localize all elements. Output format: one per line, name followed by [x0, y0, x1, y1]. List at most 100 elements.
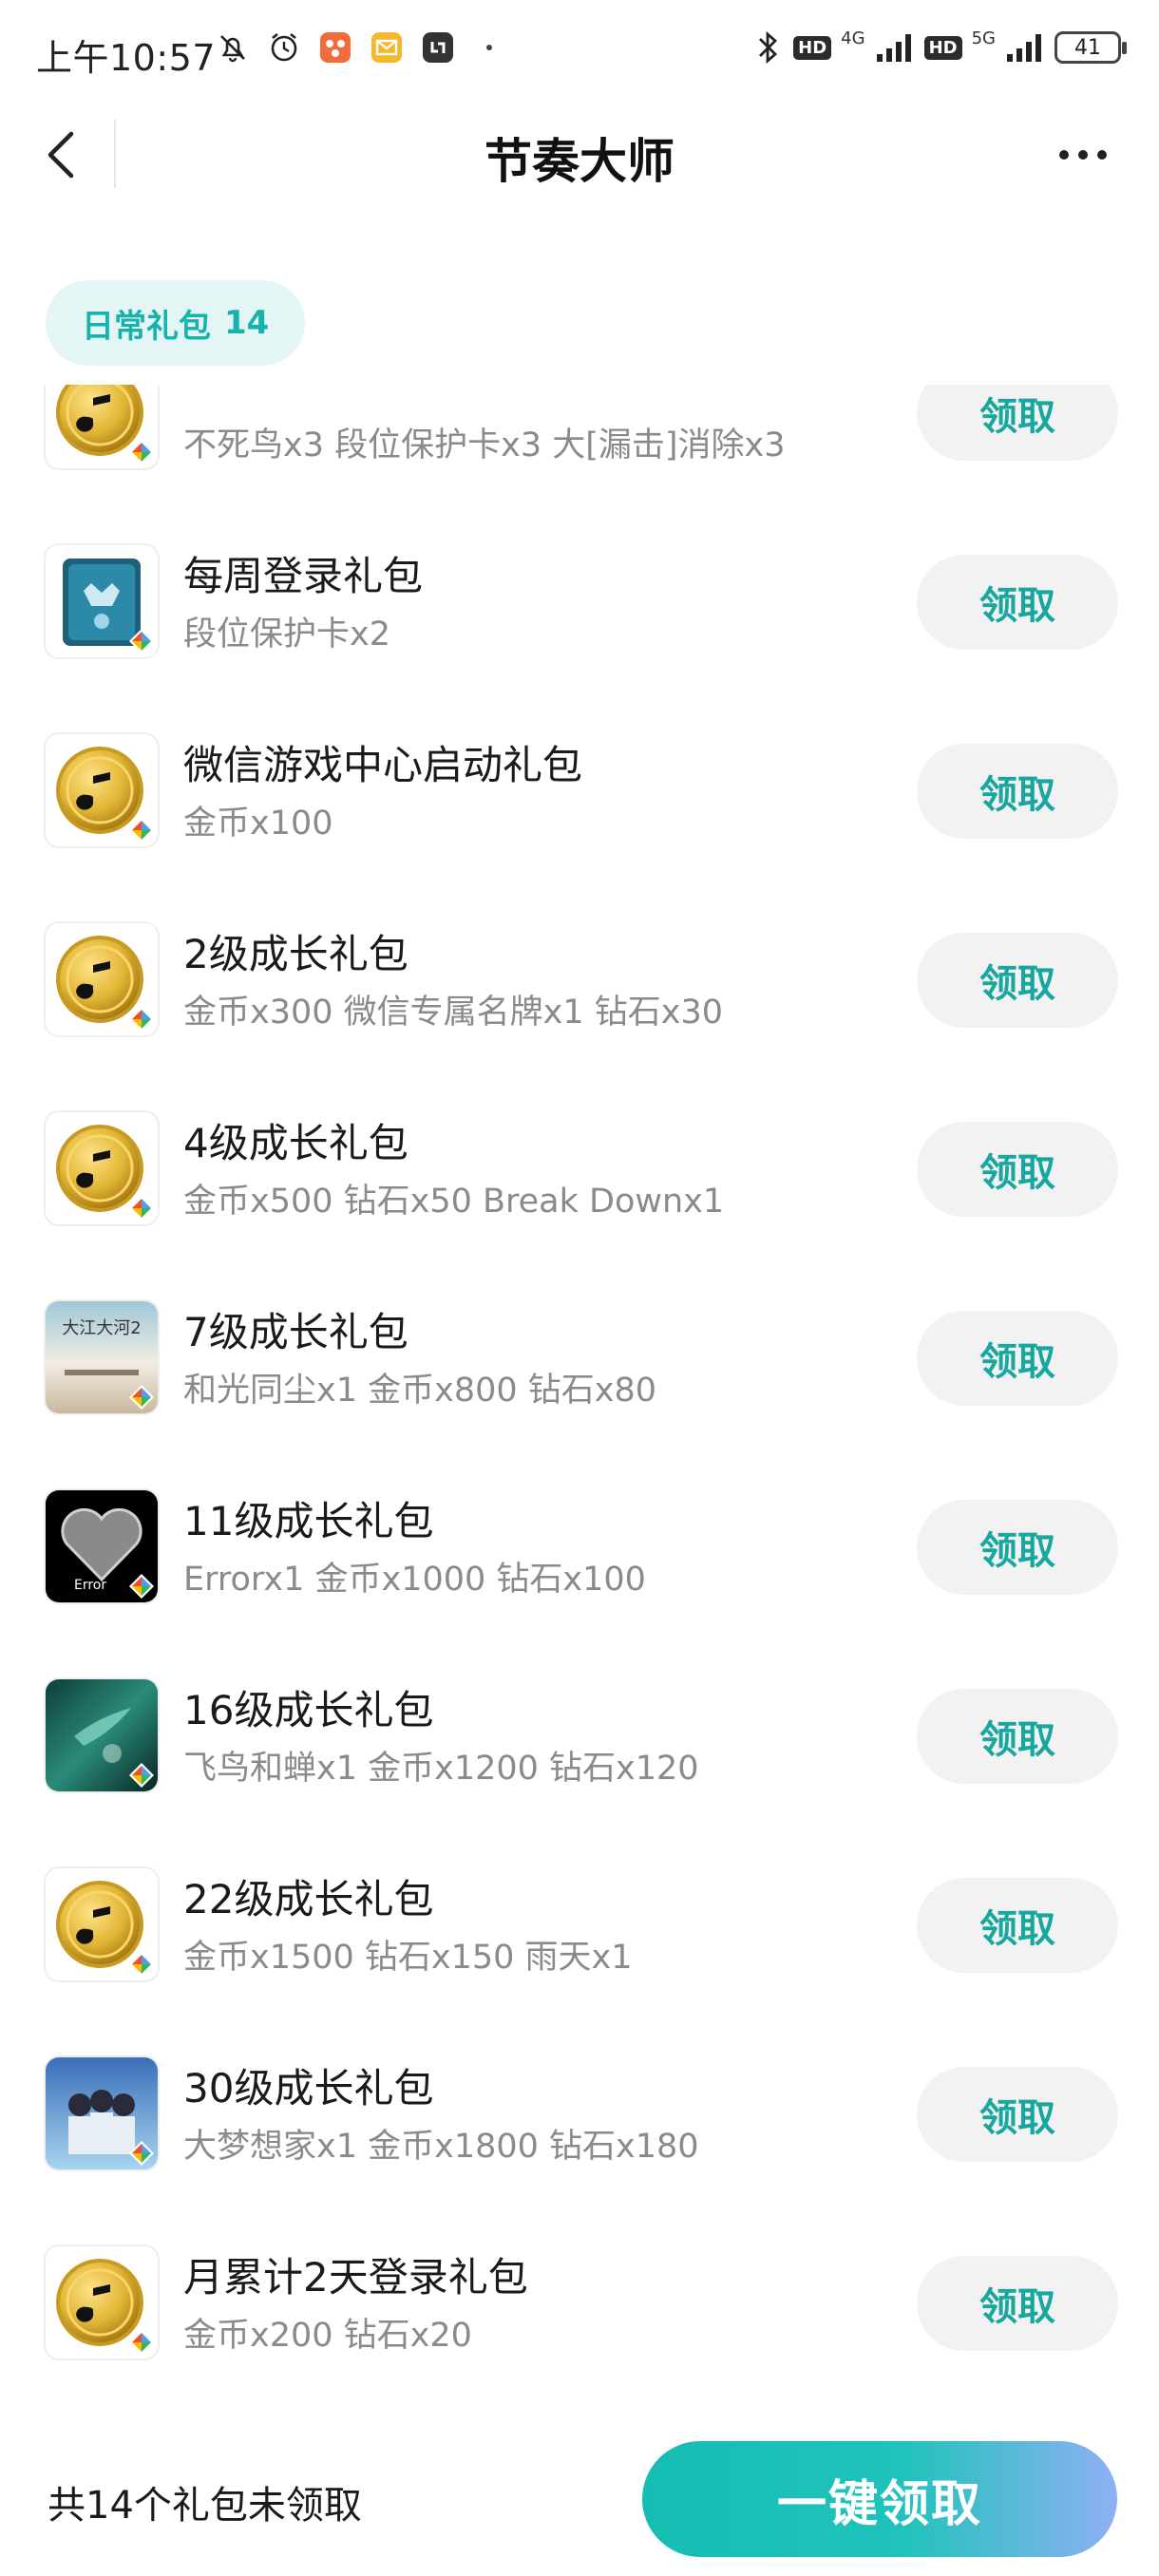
gold-coin-music-icon [44, 921, 160, 1037]
claim-button[interactable]: 领取 [917, 1500, 1118, 1595]
tab-daily-gifts[interactable]: 日常礼包 14 [46, 280, 306, 366]
bottom-bar: 共14个礼包未领取 一键领取 [0, 2427, 1159, 2576]
gift-list[interactable]: 不死鸟x3 段位保护卡x3 大[漏击]消除x3 领取 每周登录礼包段位保护卡x2 领… [0, 385, 1159, 2427]
signal-icon-2 [1007, 34, 1041, 62]
more-dot [1097, 150, 1107, 160]
gift-contents: Errorx1 金币x1000 钻石x100 [183, 1561, 646, 1599]
unclaimed-count-text: 共14个礼包未领取 [48, 2484, 362, 2528]
gift-title: 微信游戏中心启动礼包 [183, 742, 583, 788]
battery-level: 41 [1074, 35, 1101, 60]
bird-album-icon [44, 1677, 160, 1793]
claim-button[interactable]: 领取 [917, 1878, 1118, 1973]
gift-title: 16级成长礼包 [183, 1687, 434, 1733]
gift-title: 30级成长礼包 [183, 2065, 434, 2112]
gift-list-inner: 不死鸟x3 段位保护卡x3 大[漏击]消除x3 领取 每周登录礼包段位保护卡x2 领… [0, 385, 1159, 2427]
platform-badge-icon [129, 1007, 154, 1032]
gift-row: 2级成长礼包金币x300 微信专属名牌x1 钻石x30 领取 [0, 879, 1159, 1068]
gold-coin-music-icon [44, 1866, 160, 1982]
gold-coin-music-icon [44, 2245, 160, 2360]
platform-badge-icon [129, 1952, 154, 1977]
bluetooth-icon [759, 30, 778, 65]
rank-protection-card-icon [44, 543, 160, 659]
gift-row: 大江大河2 7级成长礼包和光同尘x1 金币x800 钻石x80 领取 [0, 1257, 1159, 1446]
platform-badge-icon [129, 1763, 154, 1788]
status-bar: 上午10:57 HD 4G HD 5G 41 [0, 0, 1159, 104]
platform-badge-icon [129, 629, 154, 653]
song-cover-icon: 大江大河2 [44, 1299, 160, 1415]
group-album-icon [44, 2055, 160, 2171]
more-dot-icon [470, 28, 508, 66]
gift-row [0, 2391, 1159, 2427]
gift-title: 月累计2天登录礼包 [183, 2254, 528, 2301]
tab-label: 日常礼包 [82, 307, 211, 346]
gift-contents: 金币x500 钻石x50 Break Downx1 [183, 1183, 725, 1221]
alarm-icon [265, 28, 303, 66]
gift-contents: 段位保护卡x2 [183, 616, 390, 653]
more-button[interactable] [1045, 131, 1121, 179]
gift-contents: 金币x300 微信专属名牌x1 钻石x30 [183, 994, 723, 1032]
platform-badge-icon [129, 2330, 154, 2355]
claim-button[interactable]: 领取 [917, 2256, 1118, 2351]
claim-button[interactable]: 领取 [917, 1689, 1118, 1784]
gift-row: 每周登录礼包段位保护卡x2 领取 [0, 501, 1159, 690]
gold-coin-music-icon [44, 1110, 160, 1226]
gold-coin-music-icon [44, 732, 160, 848]
svg-text:Error: Error [74, 1578, 106, 1593]
hd-badge: HD [793, 35, 832, 60]
more-dot [1059, 150, 1069, 160]
error-album-icon: Error [44, 1488, 160, 1604]
more-dot [1078, 150, 1088, 160]
system-indicators: HD 4G HD 5G 41 [751, 28, 1127, 66]
gift-title: 11级成长礼包 [183, 1498, 434, 1544]
gift-row: 16级成长礼包飞鸟和蝉x1 金币x1200 钻石x120 领取 [0, 1635, 1159, 1824]
link-app-icon [419, 28, 457, 66]
signal-icon [876, 34, 911, 62]
gift-row: 月累计2天登录礼包金币x200 钻石x20 领取 [0, 2202, 1159, 2391]
gold-coin-music-icon [44, 385, 160, 470]
platform-badge-icon [129, 1385, 154, 1410]
platform-badge-icon [129, 1196, 154, 1221]
claim-button[interactable]: 领取 [917, 2067, 1118, 2162]
status-time: 上午10:57 [36, 37, 217, 79]
hd-badge-2: HD [923, 35, 962, 60]
mute-bell-icon [214, 28, 252, 66]
claim-button[interactable]: 领取 [917, 744, 1118, 839]
gift-contents: 不死鸟x3 段位保护卡x3 大[漏击]消除x3 [183, 426, 786, 464]
svg-text:大江大河2: 大江大河2 [62, 1318, 141, 1338]
claim-button[interactable]: 领取 [917, 1311, 1118, 1406]
notification-icons [214, 28, 508, 66]
claim-button[interactable]: 领取 [917, 1122, 1118, 1217]
gift-row: 22级成长礼包 金币x1500 钻石x150 雨天x1 领取 [0, 1824, 1159, 2013]
gift-contents: 飞鸟和蝉x1 金币x1200 钻石x120 [183, 1750, 699, 1788]
gift-row: 不死鸟x3 段位保护卡x3 大[漏击]消除x3 领取 [0, 385, 1159, 501]
platform-badge-icon [129, 2141, 154, 2166]
claim-button[interactable]: 领取 [917, 555, 1118, 650]
gift-contents: 金币x1500 钻石x150 雨天x1 [183, 1939, 633, 1977]
gift-row: 30级成长礼包大梦想家x1 金币x1800 钻石x180 领取 [0, 2013, 1159, 2202]
battery-icon: 41 [1054, 31, 1127, 64]
gift-row: Error 11级成长礼包 Errorx1 金币x1000 钻石x100 领取 [0, 1446, 1159, 1635]
claim-button[interactable]: 领取 [917, 933, 1118, 1028]
gift-row: 4级成长礼包金币x500 钻石x50 Break Downx1 领取 [0, 1068, 1159, 1257]
tab-count: 14 [224, 304, 270, 342]
gift-title: 每周登录礼包 [183, 553, 424, 599]
gift-contents: 金币x200 钻石x20 [183, 2317, 472, 2355]
gift-title: 7级成长礼包 [183, 1309, 408, 1355]
network-label-5g: 5G [971, 28, 996, 48]
page-title: 节奏大师 [484, 134, 674, 189]
mail-icon [368, 28, 406, 66]
platform-badge-icon [129, 440, 154, 464]
app-notification-icon [316, 28, 354, 66]
gift-title: 2级成长礼包 [183, 931, 408, 977]
gift-contents: 金币x100 [183, 805, 333, 843]
gift-contents: 大梦想家x1 金币x1800 钻石x180 [183, 2128, 699, 2166]
gift-row: 微信游戏中心启动礼包金币x100 领取 [0, 690, 1159, 879]
network-label-4g: 4G [841, 28, 865, 48]
claim-all-button[interactable]: 一键领取 [642, 2441, 1117, 2557]
gift-contents: 和光同尘x1 金币x800 钻石x80 [183, 1372, 656, 1410]
gift-title: 4级成长礼包 [183, 1120, 408, 1166]
platform-badge-icon [129, 818, 154, 843]
nav-bar: 节奏大师 [0, 104, 1159, 209]
platform-badge-icon [129, 1574, 154, 1599]
claim-button[interactable]: 领取 [917, 385, 1118, 461]
